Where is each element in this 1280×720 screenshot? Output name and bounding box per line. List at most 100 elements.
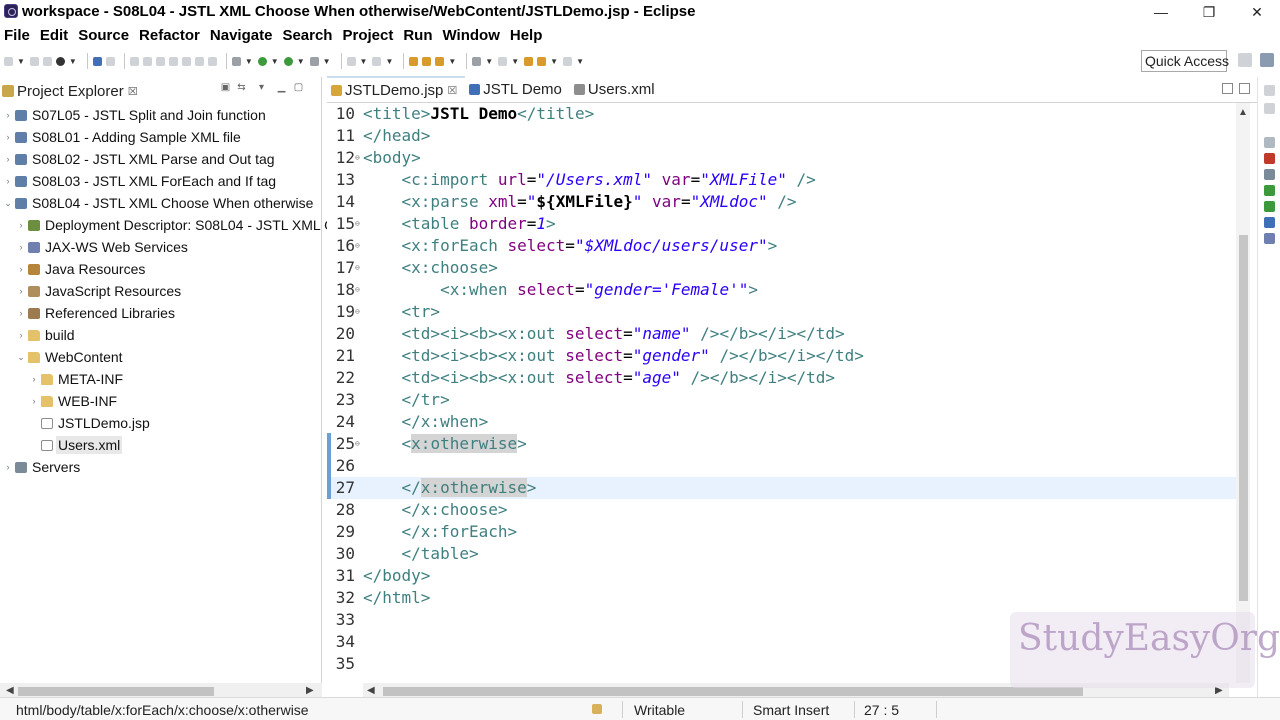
tasks-icon[interactable] bbox=[1264, 233, 1275, 244]
tree-item[interactable]: › Referenced Libraries bbox=[0, 302, 177, 324]
save-icon[interactable] bbox=[29, 56, 39, 66]
code-line[interactable]: 19 ⊖ <tr> bbox=[327, 301, 1237, 323]
chevron-down-icon[interactable]: ▼ bbox=[17, 57, 25, 66]
code-line[interactable]: 13 <c:import url="/Users.xml" var="XMLFi… bbox=[327, 169, 1237, 191]
chevron-down-icon[interactable]: ▼ bbox=[297, 57, 305, 66]
console-icon[interactable] bbox=[1264, 217, 1275, 228]
editor-tab[interactable]: JSTLDemo.jsp ☒ bbox=[327, 76, 466, 102]
tree-item[interactable]: › S08L01 - Adding Sample XML file bbox=[0, 126, 243, 148]
scrollbar-thumb[interactable] bbox=[1239, 235, 1248, 601]
scrollbar-thumb[interactable] bbox=[383, 687, 1083, 696]
chevron-down-icon[interactable]: ▼ bbox=[323, 57, 331, 66]
code-line[interactable]: 31 </body> bbox=[327, 565, 1237, 587]
maximize-view-icon[interactable] bbox=[1264, 103, 1275, 114]
data-source-icon[interactable] bbox=[1264, 185, 1275, 196]
chevron-right-icon[interactable]: › bbox=[15, 308, 27, 318]
tree-item[interactable]: ⌄ WebContent bbox=[0, 346, 125, 368]
restore-button[interactable]: ❐ bbox=[1186, 0, 1232, 24]
menu-refactor[interactable]: Refactor bbox=[139, 27, 200, 44]
editor-tab[interactable]: Users.xml bbox=[570, 76, 663, 102]
code-line[interactable]: 10 <title>JSTL Demo</title> bbox=[327, 103, 1237, 125]
editor-tab[interactable]: JSTL Demo bbox=[465, 76, 570, 102]
restore-view-icon[interactable] bbox=[1264, 85, 1275, 96]
open-task-icon[interactable] bbox=[422, 56, 432, 66]
chevron-right-icon[interactable]: › bbox=[15, 220, 27, 230]
code-editor[interactable]: 10 <title>JSTL Demo</title> 11 </head> 12 ⊖ <b… bbox=[327, 103, 1237, 683]
chevron-right-icon[interactable]: › bbox=[2, 132, 14, 142]
snippets-icon[interactable] bbox=[1264, 201, 1275, 212]
fold-icon[interactable]: ⊖ bbox=[355, 147, 363, 169]
chevron-down-icon[interactable]: ▼ bbox=[511, 57, 519, 66]
fold-icon[interactable]: ⊖ bbox=[355, 433, 363, 455]
step-return-icon[interactable] bbox=[207, 56, 217, 66]
tree-item[interactable]: › S07L05 - JSTL Split and Join function bbox=[0, 104, 268, 126]
chevron-right-icon[interactable]: › bbox=[2, 462, 14, 472]
scroll-up-icon[interactable]: ▲ bbox=[1238, 107, 1248, 118]
chevron-down-icon[interactable]: ▼ bbox=[245, 57, 253, 66]
code-line[interactable]: 15 ⊖ <table border=1> bbox=[327, 213, 1237, 235]
code-line[interactable]: 20 <td><i><b><x:out select="name" /></b>… bbox=[327, 323, 1237, 345]
chevron-right-icon[interactable]: › bbox=[28, 374, 40, 384]
close-icon[interactable]: ☒ bbox=[447, 84, 457, 97]
fold-icon[interactable]: ⊖ bbox=[355, 279, 363, 301]
search-icon[interactable] bbox=[472, 56, 482, 66]
chevron-right-icon[interactable]: › bbox=[15, 242, 27, 252]
code-line[interactable]: 28 </x:choose> bbox=[327, 499, 1237, 521]
menu-run[interactable]: Run bbox=[403, 27, 432, 44]
scroll-left-icon[interactable]: ◀ bbox=[6, 685, 14, 696]
chevron-right-icon[interactable]: › bbox=[15, 286, 27, 296]
view-menu-icon[interactable]: ▾ bbox=[256, 82, 267, 93]
code-line[interactable]: 21 <td><i><b><x:out select="gender" /></… bbox=[327, 345, 1237, 367]
fold-icon[interactable]: ⊖ bbox=[355, 301, 363, 323]
scrollbar-thumb[interactable] bbox=[18, 687, 214, 696]
chevron-down-icon[interactable]: ▼ bbox=[576, 57, 584, 66]
terminal-icon[interactable] bbox=[92, 56, 102, 66]
chevron-down-icon[interactable]: ▼ bbox=[448, 57, 456, 66]
menu-edit[interactable]: Edit bbox=[40, 27, 68, 44]
outline-icon[interactable] bbox=[1264, 137, 1275, 148]
tree-item[interactable]: ⌄ S08L04 - JSTL XML Choose When otherwise bbox=[0, 192, 315, 214]
tree-item[interactable]: › META-INF bbox=[0, 368, 125, 390]
code-line[interactable]: 32 </html> bbox=[327, 587, 1237, 609]
chevron-down-icon[interactable]: ▼ bbox=[69, 57, 77, 66]
tree-item[interactable]: › Deployment Descriptor: S08L04 - JSTL XM… bbox=[0, 214, 336, 236]
code-line[interactable]: 25 ⊖ <x:otherwise> bbox=[327, 433, 1237, 455]
menu-project[interactable]: Project bbox=[342, 27, 393, 44]
open-type-icon[interactable] bbox=[409, 56, 419, 66]
new-class-icon[interactable] bbox=[372, 56, 382, 66]
maximize-editor-icon[interactable] bbox=[1239, 83, 1250, 94]
java-ee-perspective-icon[interactable] bbox=[1260, 53, 1274, 67]
coverage-icon[interactable] bbox=[309, 56, 319, 66]
collapse-all-icon[interactable]: ▣ bbox=[220, 82, 231, 93]
code-line[interactable]: 30 </table> bbox=[327, 543, 1237, 565]
edit-icon[interactable] bbox=[435, 56, 445, 66]
run-external-icon[interactable] bbox=[283, 56, 293, 66]
menu-file[interactable]: File bbox=[4, 27, 30, 44]
tree-item[interactable]: › S08L03 - JSTL XML ForEach and If tag bbox=[0, 170, 278, 192]
code-line[interactable]: 12 ⊖ <body> bbox=[327, 147, 1237, 169]
chevron-down-icon[interactable]: ▼ bbox=[550, 57, 558, 66]
run-icon[interactable] bbox=[257, 56, 267, 66]
problems-icon[interactable] bbox=[1264, 153, 1275, 164]
minimize-button[interactable]: — bbox=[1138, 0, 1184, 24]
code-line[interactable]: 16 ⊖ <x:forEach select="$XMLdoc/users/use… bbox=[327, 235, 1237, 257]
chevron-down-icon[interactable]: ▼ bbox=[385, 57, 393, 66]
step-into-icon[interactable] bbox=[181, 56, 191, 66]
code-line[interactable]: 22 <td><i><b><x:out select="age" /></b><… bbox=[327, 367, 1237, 389]
chevron-down-icon[interactable]: ⌄ bbox=[15, 352, 27, 363]
menu-navigate[interactable]: Navigate bbox=[210, 27, 273, 44]
chevron-right-icon[interactable]: › bbox=[28, 396, 40, 406]
chevron-down-icon[interactable]: ▼ bbox=[271, 57, 279, 66]
code-line[interactable]: 27 </x:otherwise> bbox=[327, 477, 1237, 499]
debug-icon[interactable] bbox=[231, 56, 241, 66]
tree-item[interactable]: Users.xml bbox=[0, 434, 123, 456]
menu-help[interactable]: Help bbox=[510, 27, 543, 44]
new-java-project-icon[interactable] bbox=[346, 56, 356, 66]
menu-window[interactable]: Window bbox=[443, 27, 500, 44]
servers-view-icon[interactable] bbox=[1264, 169, 1275, 180]
code-line[interactable]: 17 ⊖ <x:choose> bbox=[327, 257, 1237, 279]
scroll-right-icon[interactable]: ▶ bbox=[306, 685, 314, 696]
annotation-icon[interactable] bbox=[498, 56, 508, 66]
project-explorer-tab[interactable]: Project Explorer ☒ bbox=[2, 79, 138, 103]
close-button[interactable]: ✕ bbox=[1234, 0, 1280, 24]
